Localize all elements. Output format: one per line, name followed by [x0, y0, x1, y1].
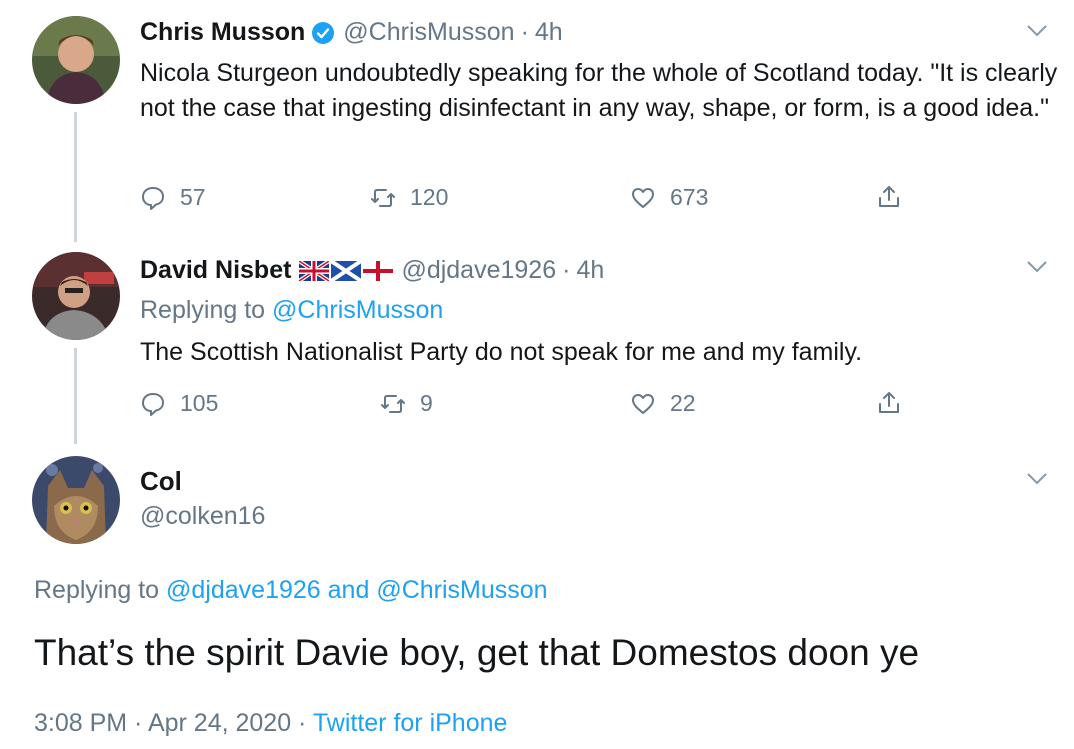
reply-button[interactable]: 105	[140, 390, 218, 417]
display-name[interactable]: Col	[140, 466, 182, 497]
timestamp[interactable]: 4h	[535, 18, 563, 47]
tweet-source[interactable]: Twitter for iPhone	[313, 709, 508, 737]
like-button[interactable]: 673	[630, 184, 708, 211]
retweet-button[interactable]: 9	[380, 390, 433, 417]
avatar-chris-musson[interactable]	[32, 16, 120, 104]
replying-prefix: Replying to	[140, 296, 266, 324]
replying-prefix: Replying to	[34, 576, 160, 604]
chevron-down-icon[interactable]	[1026, 472, 1048, 486]
mention-link[interactable]: @ChrisMusson	[272, 296, 443, 324]
share-button[interactable]	[876, 184, 902, 210]
reply-count: 105	[180, 390, 219, 416]
avatar-col[interactable]	[32, 456, 120, 544]
like-icon	[632, 187, 654, 208]
replying-to: Replying to @djdave1926 and @ChrisMusson	[34, 576, 548, 605]
like-button[interactable]: 22	[630, 390, 696, 417]
like-icon	[632, 393, 654, 414]
tweet-meta: 3:08 PM · Apr 24, 2020 · Twitter for iPh…	[34, 709, 507, 738]
share-icon	[879, 392, 899, 413]
chevron-down-icon[interactable]	[1026, 24, 1048, 38]
reply-icon	[142, 392, 164, 416]
handle[interactable]: @colken16	[140, 502, 265, 531]
reply-button[interactable]: 57	[140, 184, 206, 211]
handle[interactable]: @djdave1926	[401, 256, 556, 285]
share-button[interactable]	[876, 390, 902, 416]
display-name[interactable]: David Nisbet	[140, 256, 291, 285]
retweet-button[interactable]: 120	[370, 184, 448, 211]
like-count: 22	[670, 390, 696, 416]
retweet-count: 9	[420, 390, 433, 416]
tweet1-actions: 57 120 673	[140, 184, 930, 214]
reply-count: 57	[180, 184, 206, 210]
tweet-text-main: That’s the spirit Davie boy, get that Do…	[34, 632, 920, 673]
verified-badge-icon	[311, 21, 335, 45]
chevron-down-icon[interactable]	[1026, 260, 1048, 274]
share-icon	[879, 186, 899, 207]
thread-line	[74, 112, 77, 242]
separator: ·	[520, 18, 529, 46]
retweet-icon	[381, 394, 405, 413]
replying-to: Replying to @ChrisMusson	[140, 296, 443, 325]
display-name[interactable]: Chris Musson	[140, 18, 305, 47]
retweet-count: 120	[410, 184, 449, 210]
uk-flag-icon	[299, 260, 330, 281]
avatar-david-nisbet[interactable]	[32, 252, 120, 340]
thread-line	[74, 348, 77, 444]
separator: ·	[562, 256, 571, 284]
tweet-text: Nicola Sturgeon undoubtedly speaking for…	[140, 59, 1058, 122]
retweet-icon	[371, 188, 395, 207]
scotland-flag-icon	[331, 260, 362, 281]
like-count: 673	[670, 184, 709, 210]
england-flag-icon	[363, 260, 394, 281]
timestamp[interactable]: 4h	[576, 256, 604, 285]
handle[interactable]: @ChrisMusson	[343, 18, 514, 47]
reply-icon	[142, 186, 164, 210]
tweet-timestamp[interactable]: 3:08 PM · Apr 24, 2020 ·	[34, 709, 306, 737]
flags-emoji	[299, 260, 394, 281]
tweet2-header: David Nisbet @djdave1926 · 4h	[140, 256, 604, 285]
mention-link[interactable]: @ChrisMusson	[376, 576, 547, 604]
replying-and: and	[327, 576, 370, 604]
tweet1-header: Chris Musson @ChrisMusson · 4h	[140, 18, 563, 47]
tweet2-actions: 105 9 22	[140, 390, 930, 420]
mention-link[interactable]: @djdave1926	[166, 576, 321, 604]
tweet-text: The Scottish Nationalist Party do not sp…	[140, 338, 863, 366]
